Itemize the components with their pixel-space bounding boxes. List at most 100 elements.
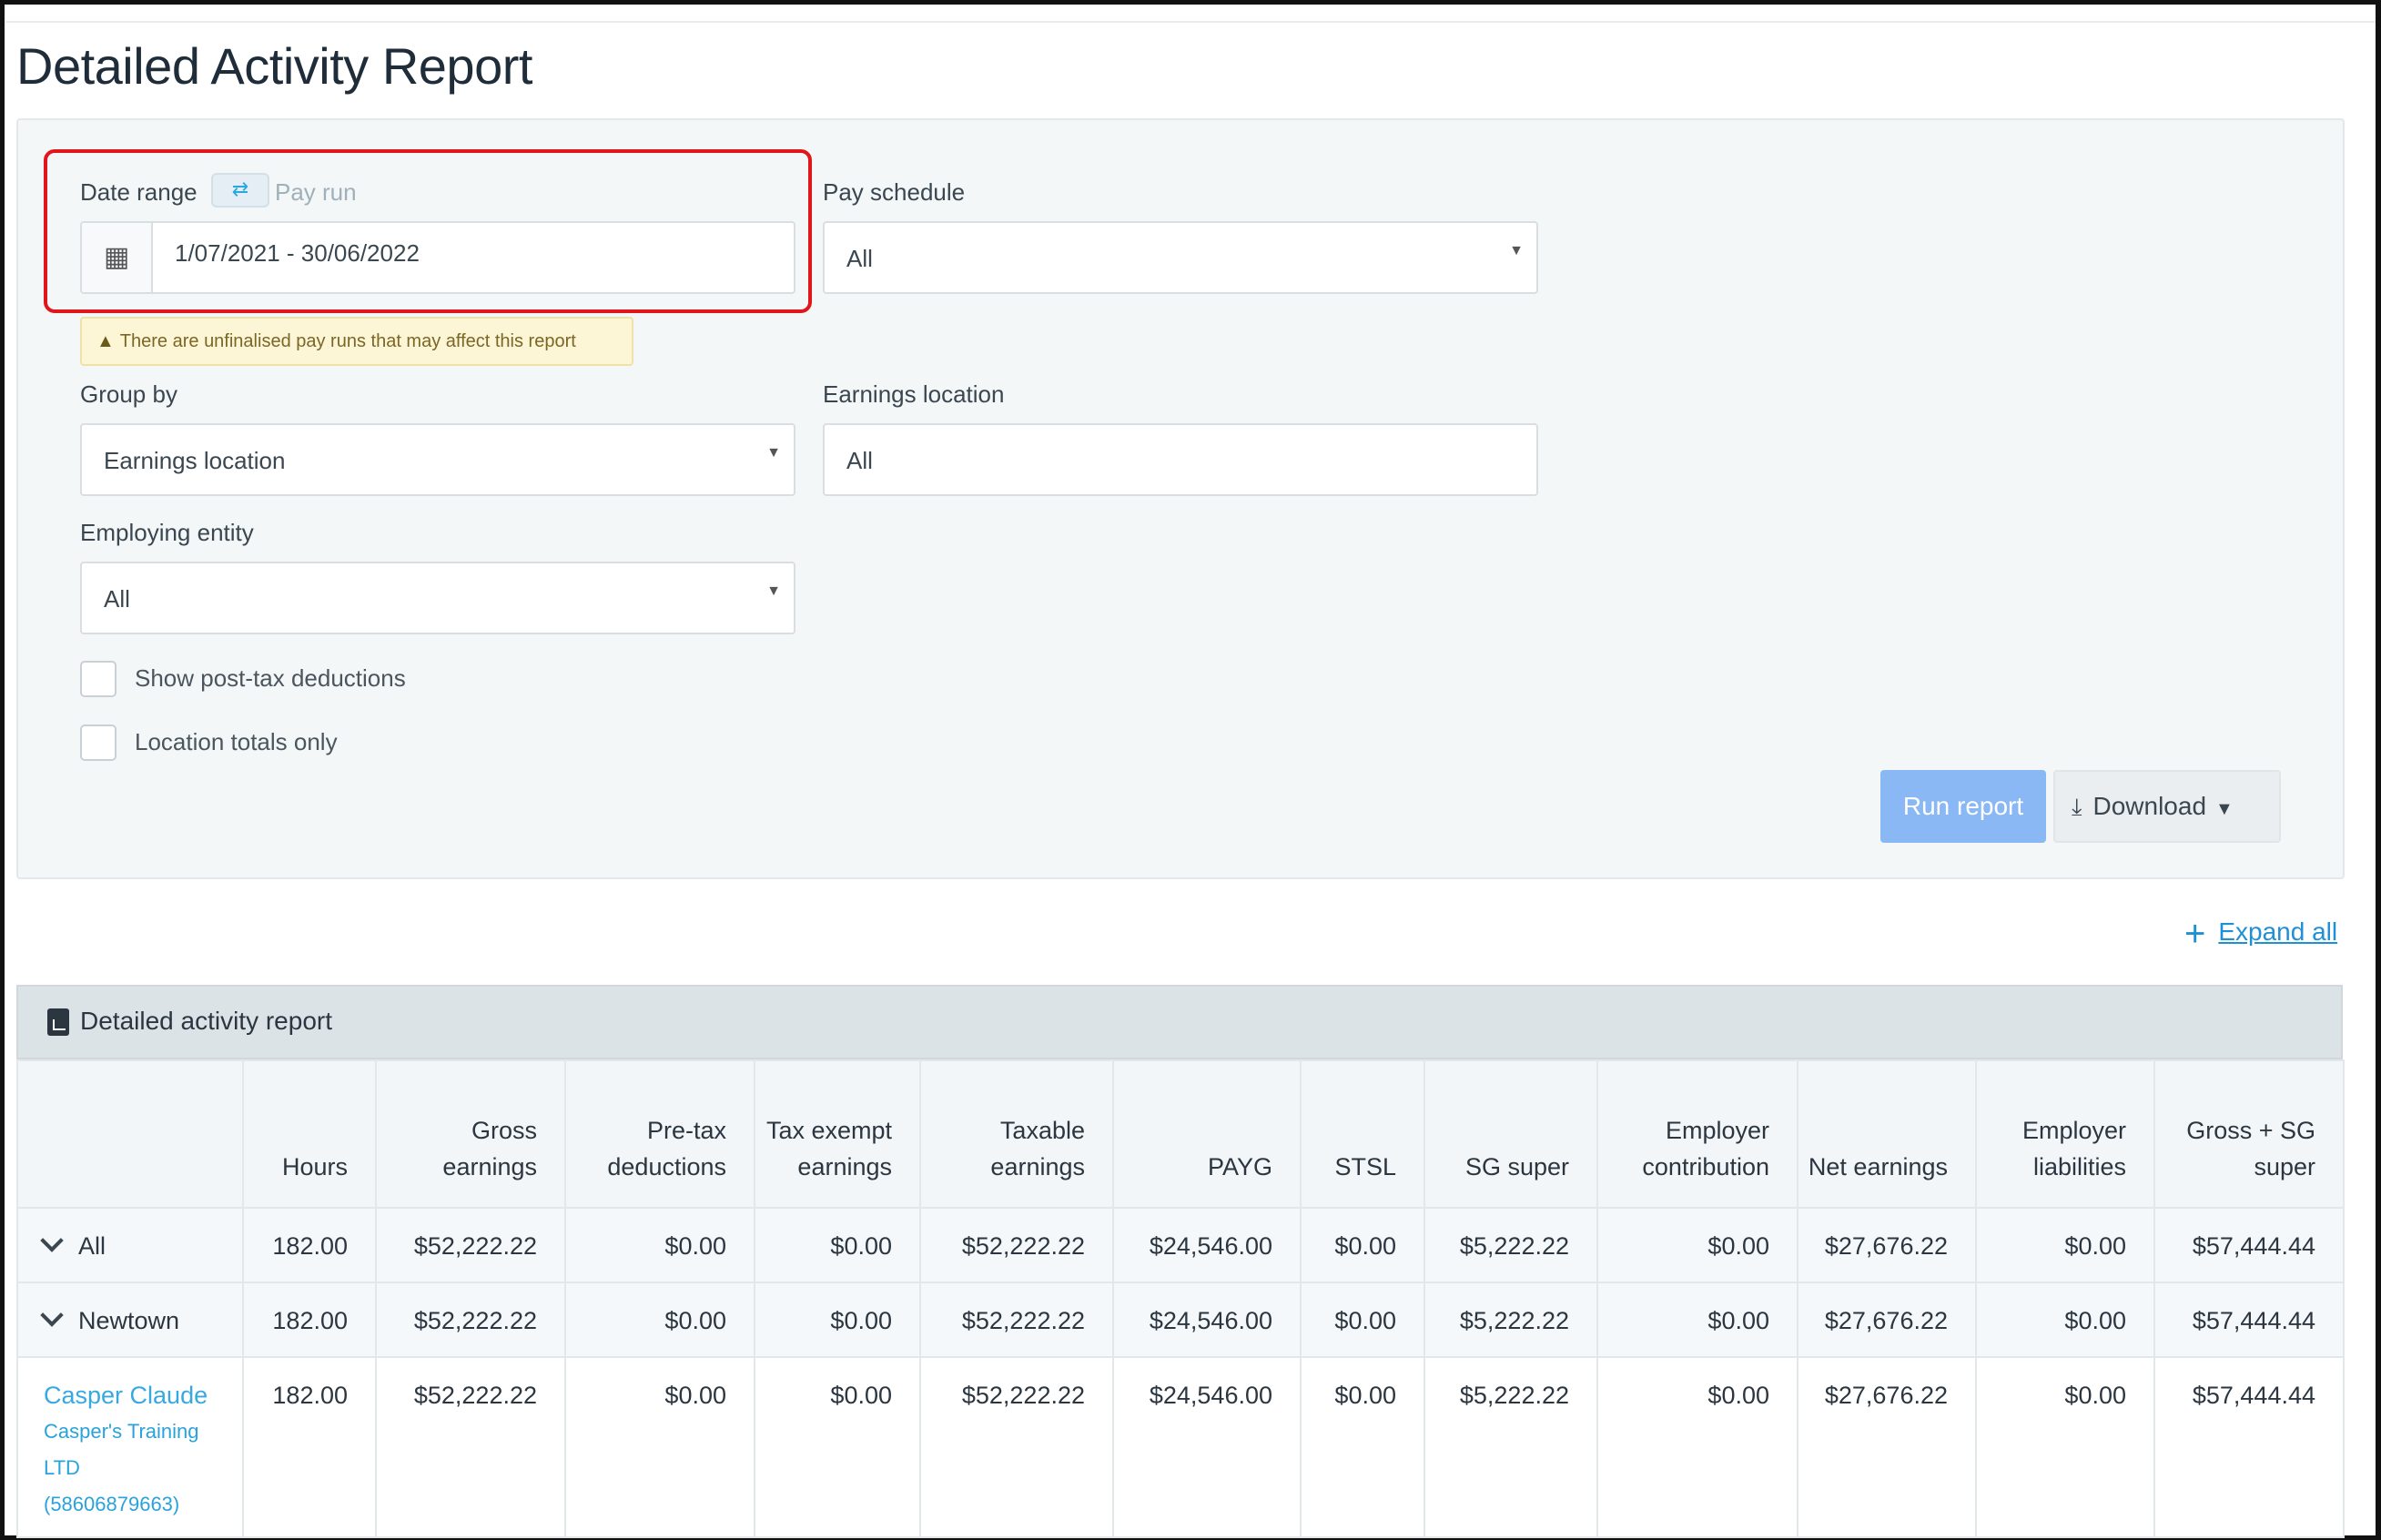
group-by-value: Earnings location [104,447,286,474]
cell-payg: $24,546.00 [1112,1282,1302,1358]
cell-gross-sg-super: $57,444.44 [2153,1282,2345,1358]
employee-entity-link[interactable]: Casper's Training LTD (58606879663) [44,1413,215,1523]
download-icon: ⤓ [2072,793,2082,820]
top-divider [5,21,2376,23]
cell-gross-earnings: $52,222.22 [375,1207,566,1283]
swap-icon[interactable]: ⇄ [211,173,269,208]
cell-net-earnings: $27,676.22 [1797,1282,1977,1358]
column-header-gross-earnings: Gross earnings [375,1059,566,1209]
location-totals-label: Location totals only [135,728,338,755]
cell-gross-sg-super: $57,444.44 [2153,1207,2345,1283]
column-header-stsl: STSL [1300,1059,1425,1209]
cell-tax-exempt-earnings: $0.00 [754,1282,921,1358]
cell-sg-super: $5,222.22 [1424,1207,1598,1283]
group-by-select[interactable]: Earnings location ▼ [80,423,795,496]
employee-cell: Casper Claude Casper's Training LTD (586… [16,1356,244,1538]
cell-stsl: $0.00 [1300,1356,1425,1538]
plus-icon: + [2184,914,2206,954]
column-header-payg: PAYG [1112,1059,1302,1209]
cell-hours: 182.00 [242,1356,377,1538]
page-title: Detailed Activity Report [16,37,532,95]
report-table: Hours Gross earnings Pre-tax deductions … [16,1059,2345,1538]
download-label: Download [2092,792,2207,820]
pay-schedule-label: Pay schedule [823,178,966,206]
column-header-hours: Hours [242,1059,377,1209]
cell-taxable-earnings: $52,222.22 [919,1356,1114,1538]
row-label[interactable]: Newtown [16,1282,244,1358]
expand-all-label: Expand all [2218,917,2338,946]
show-post-tax-checkbox[interactable] [80,661,117,697]
pay-run-link[interactable]: Pay run [275,178,357,207]
cell-payg: $24,546.00 [1112,1207,1302,1283]
cell-pre-tax-deductions: $0.00 [564,1207,755,1283]
column-header-employer-liabilities: Employer liabilities [1975,1059,2155,1209]
cell-taxable-earnings: $52,222.22 [919,1282,1114,1358]
cell-tax-exempt-earnings: $0.00 [754,1207,921,1283]
column-header [16,1059,244,1209]
earnings-location-label: Earnings location [823,380,1005,408]
pay-schedule-value: All [846,245,873,272]
cell-tax-exempt-earnings: $0.00 [754,1356,921,1538]
cell-hours: 182.00 [242,1282,377,1358]
employing-entity-select[interactable]: All ▼ [80,562,795,634]
employee-name-link[interactable]: Casper Claude [44,1382,215,1410]
cell-employer-liabilities: $0.00 [1975,1282,2155,1358]
cell-employer-contribution: $0.00 [1596,1207,1798,1283]
show-post-tax-label: Show post-tax deductions [135,664,406,692]
cell-net-earnings: $27,676.22 [1797,1356,1977,1538]
cell-gross-earnings: $52,222.22 [375,1282,566,1358]
expand-all-link[interactable]: + Expand all [2184,914,2337,955]
column-header-net-earnings: Net earnings [1797,1059,1977,1209]
row-label-text: Newtown [78,1307,180,1334]
caret-down-icon: ▼ [2215,799,2234,819]
cell-hours: 182.00 [242,1207,377,1283]
warning-text: There are unfinalised pay runs that may … [119,331,576,351]
warning-icon: ▲ [96,331,115,351]
employing-entity-label: Employing entity [80,519,254,546]
pay-schedule-select[interactable]: All ▼ [823,221,1538,294]
table-header-row: Hours Gross earnings Pre-tax deductions … [16,1059,2345,1209]
column-header-gross-sg-super: Gross + SG super [2153,1059,2345,1209]
cell-pre-tax-deductions: $0.00 [564,1282,755,1358]
report-document-icon [47,1008,69,1036]
cell-stsl: $0.00 [1300,1207,1425,1283]
column-header-tax-exempt-earnings: Tax exempt earnings [754,1059,921,1209]
row-label[interactable]: All [16,1207,244,1283]
cell-gross-earnings: $52,222.22 [375,1356,566,1538]
date-range-value: 1/07/2021 - 30/06/2022 [175,239,420,267]
date-range-field[interactable]: ▦ 1/07/2021 - 30/06/2022 [80,221,795,294]
report-title: Detailed activity report [80,1007,333,1035]
column-header-employer-contribution: Employer contribution [1596,1059,1798,1209]
cell-gross-sg-super: $57,444.44 [2153,1356,2345,1538]
column-header-sg-super: SG super [1424,1059,1598,1209]
download-button[interactable]: ⤓ Download ▼ [2053,770,2281,843]
earnings-location-value: All [846,447,873,474]
cell-stsl: $0.00 [1300,1282,1425,1358]
column-header-pre-tax-deductions: Pre-tax deductions [564,1059,755,1209]
chevron-down-icon: ▼ [766,445,781,461]
employing-entity-value: All [104,585,130,613]
cell-sg-super: $5,222.22 [1424,1356,1598,1538]
chevron-down-icon: ▼ [766,583,781,599]
cell-employer-contribution: $0.00 [1596,1282,1798,1358]
cell-sg-super: $5,222.22 [1424,1282,1598,1358]
column-header-taxable-earnings: Taxable earnings [919,1059,1114,1209]
unfinalised-warning: ▲ There are unfinalised pay runs that may… [80,317,633,366]
calendar-icon[interactable]: ▦ [82,223,153,292]
table-row-all[interactable]: All 182.00 $52,222.22 $0.00 $0.00 $52,22… [16,1207,2345,1283]
chevron-down-icon: ▼ [1509,243,1524,258]
earnings-location-select[interactable]: All [823,423,1538,496]
cell-employer-liabilities: $0.00 [1975,1207,2155,1283]
run-report-button[interactable]: Run report [1880,770,2046,843]
chevron-down-icon[interactable] [40,1303,64,1327]
table-row-employee: Casper Claude Casper's Training LTD (586… [16,1356,2345,1538]
location-totals-checkbox[interactable] [80,724,117,761]
table-row-newtown[interactable]: Newtown 182.00 $52,222.22 $0.00 $0.00 $5… [16,1282,2345,1358]
chevron-down-icon[interactable] [40,1229,64,1252]
cell-pre-tax-deductions: $0.00 [564,1356,755,1538]
cell-payg: $24,546.00 [1112,1356,1302,1538]
group-by-label: Group by [80,380,177,408]
cell-employer-liabilities: $0.00 [1975,1356,2155,1538]
date-range-label: Date range [80,178,198,206]
cell-taxable-earnings: $52,222.22 [919,1207,1114,1283]
